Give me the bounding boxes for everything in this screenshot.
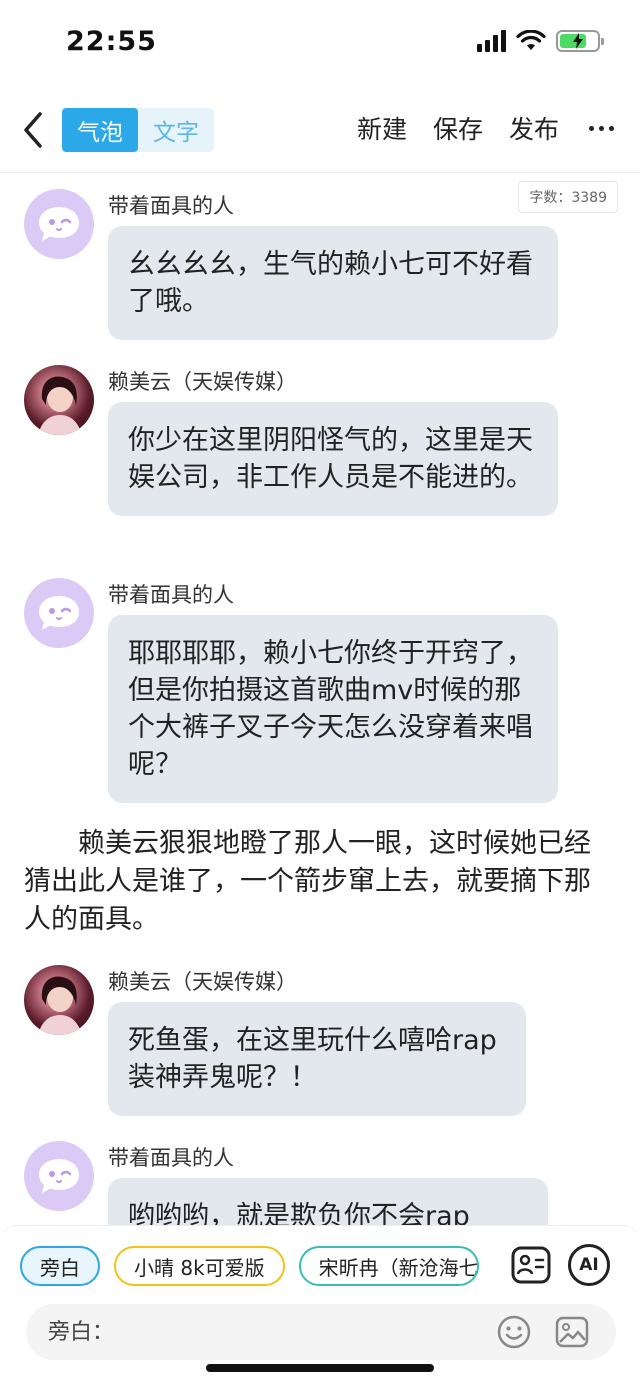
cellular-signal-icon [477, 30, 506, 52]
status-icons [477, 30, 604, 52]
mode-text-tab[interactable]: 文字 [138, 108, 214, 152]
mode-toggle: 气泡 文字 [62, 108, 214, 152]
nav-actions: 新建 保存 发布 [357, 110, 614, 146]
word-count-badge: 字数：3389 [518, 181, 618, 213]
narration-text[interactable]: 赖美云狠狠地瞪了那人一眼，这时候她已经猜出此人是谁了，一个箭步窜上去，就要摘下那… [24, 825, 604, 939]
back-button[interactable] [18, 110, 48, 150]
sender-name: 带着面具的人 [108, 1146, 234, 1170]
wifi-icon [516, 30, 546, 50]
message-bubble[interactable]: 幺幺幺幺，生气的赖小七可不好看了哦。 [108, 226, 558, 340]
chevron-left-icon [24, 112, 42, 148]
message-bubble[interactable]: 耶耶耶耶，赖小七你终于开窍了，但是你拍摄这首歌曲mv时候的那个大裤子叉子今天怎么… [108, 615, 558, 803]
bottom-panel: 旁白 小晴 8k可爱版 宋昕冉（新沧海七 AI [0, 1225, 640, 1385]
more-icon[interactable] [589, 125, 614, 131]
new-button[interactable]: 新建 [357, 110, 407, 146]
input-bar [26, 1304, 616, 1360]
message-input[interactable] [48, 1304, 488, 1360]
avatar[interactable] [24, 578, 94, 648]
avatar[interactable] [24, 965, 94, 1035]
home-indicator [206, 1364, 434, 1372]
status-bar: 22:55 [0, 0, 640, 88]
ai-button[interactable]: AI [568, 1244, 610, 1286]
profile-photo-icon [38, 376, 82, 435]
message-bubble[interactable]: 哟哟哟，就是欺负你不会rap [108, 1178, 548, 1225]
avatar[interactable] [24, 1141, 94, 1211]
publish-button[interactable]: 发布 [509, 110, 559, 146]
role-selector: 旁白 小晴 8k可爱版 宋昕冉（新沧海七 [20, 1246, 490, 1288]
role-chip-narration[interactable]: 旁白 [20, 1246, 100, 1286]
sender-name: 带着面具的人 [108, 583, 234, 607]
battery-icon [556, 30, 604, 52]
role-card-button[interactable] [510, 1244, 552, 1286]
status-time: 22:55 [66, 26, 157, 57]
save-button[interactable]: 保存 [433, 110, 483, 146]
contact-card-icon [511, 1246, 551, 1284]
mask-chat-icon [39, 596, 79, 630]
mode-bubble-tab[interactable]: 气泡 [62, 108, 138, 152]
image-icon [555, 1316, 589, 1348]
role-chip[interactable]: 小晴 8k可爱版 [114, 1246, 285, 1286]
message-bubble[interactable]: 你少在这里阴阳怪气的，这里是天娱公司，非工作人员是不能进的。 [108, 402, 558, 516]
top-nav: 气泡 文字 新建 保存 发布 [0, 100, 640, 160]
sender-name: 带着面具的人 [108, 194, 234, 218]
profile-photo-icon [38, 976, 82, 1035]
message-bubble[interactable]: 死鱼蛋，在这里玩什么嘻哈rap装神弄鬼呢？！ [108, 1002, 526, 1116]
smiley-icon [497, 1315, 531, 1349]
emoji-button[interactable] [496, 1314, 532, 1350]
mask-chat-icon [39, 1159, 79, 1193]
image-button[interactable] [554, 1314, 590, 1350]
avatar[interactable] [24, 365, 94, 435]
chat-area[interactable]: 字数：3389 带着面具的人 幺幺幺幺，生气的赖小七可不好看了哦。 赖美云（天娱… [0, 173, 640, 1225]
role-chip[interactable]: 宋昕冉（新沧海七 [298, 1246, 479, 1286]
sender-name: 赖美云（天娱传媒） [108, 970, 297, 994]
mask-chat-icon [39, 207, 79, 241]
sender-name: 赖美云（天娱传媒） [108, 370, 297, 394]
avatar[interactable] [24, 189, 94, 259]
